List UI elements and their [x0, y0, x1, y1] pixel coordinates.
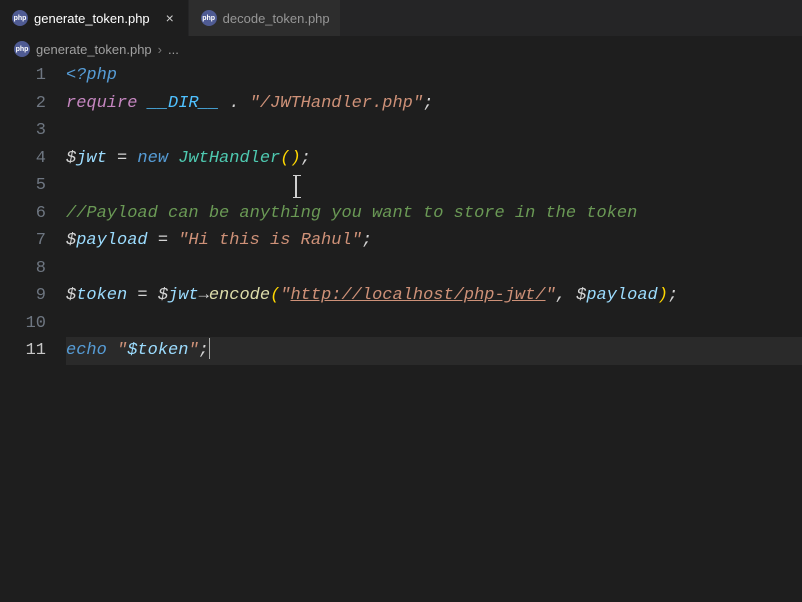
close-icon[interactable]: ×	[162, 10, 178, 26]
tab-bar: php generate_token.php × php decode_toke…	[0, 0, 802, 36]
tab-decode-token[interactable]: php decode_token.php	[189, 0, 341, 36]
tab-label: generate_token.php	[34, 11, 150, 26]
caret-icon	[209, 338, 211, 359]
chevron-right-icon: ›	[158, 42, 162, 57]
php-icon: php	[201, 10, 217, 26]
php-icon: php	[12, 10, 28, 26]
breadcrumb-file[interactable]: generate_token.php	[36, 42, 152, 57]
code-editor[interactable]: 1 2 3 4 5 6 7 8 9 10 11 <?php require __…	[0, 62, 802, 365]
tab-label: decode_token.php	[223, 11, 330, 26]
line-number-gutter: 1 2 3 4 5 6 7 8 9 10 11	[0, 62, 66, 365]
tab-generate-token[interactable]: php generate_token.php ×	[0, 0, 189, 36]
code-area[interactable]: <?php require __DIR__ . "/JWTHandler.php…	[66, 62, 802, 365]
breadcrumb: php generate_token.php › ...	[0, 36, 802, 62]
breadcrumb-more[interactable]: ...	[168, 42, 179, 57]
php-icon: php	[14, 41, 30, 57]
